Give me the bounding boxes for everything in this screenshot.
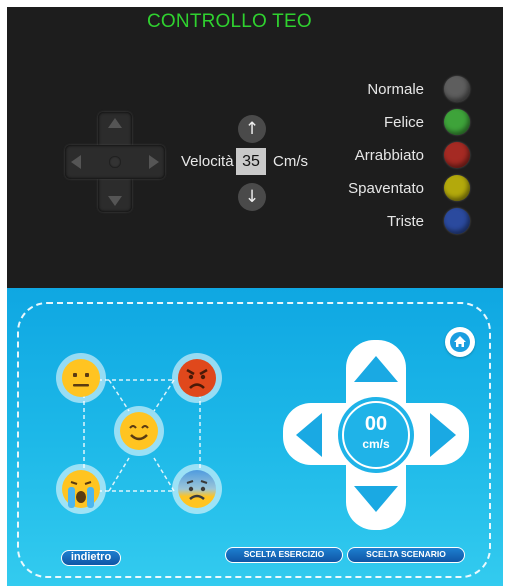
emotion-label-spaventato: Spaventato — [348, 180, 424, 197]
back-button[interactable]: indietro — [61, 550, 121, 566]
smiling-face-icon — [120, 412, 158, 450]
dpad-left-icon[interactable] — [71, 155, 81, 169]
dpad-up-icon[interactable] — [108, 118, 122, 128]
emoji-happy-button[interactable] — [114, 406, 164, 456]
speed-up-button[interactable]: ↑ — [238, 115, 266, 143]
choose-exercise-button[interactable]: SCELTA ESERCIZIO — [225, 547, 343, 563]
dpad-down-icon[interactable] — [108, 196, 122, 206]
emoji-angry-button[interactable] — [172, 353, 222, 403]
speed-readout-unit: cm/s — [362, 437, 390, 451]
emotion-button-spaventato[interactable] — [444, 175, 470, 201]
arrow-down-icon: ↓ — [244, 187, 260, 207]
emotion-label-felice: Felice — [383, 114, 424, 131]
emotion-button-triste[interactable] — [444, 208, 470, 234]
arrow-up-icon: ↑ — [244, 119, 260, 139]
move-down-icon[interactable] — [354, 486, 398, 512]
page-title: CONTROLLO TEO — [147, 11, 312, 32]
neutral-face-icon — [62, 359, 100, 397]
speed-readout-value: 00 — [364, 413, 388, 435]
move-right-icon[interactable] — [430, 413, 456, 457]
robot-controller-panel: 00 cm/s indietro SCELTA ESERCIZIO SCELTA… — [7, 288, 503, 586]
emotion-label-triste: Triste — [387, 213, 424, 230]
direction-pad[interactable] — [65, 112, 165, 212]
choose-scenario-button[interactable]: SCELTA SCENARIO — [347, 547, 465, 563]
dpad-center[interactable] — [109, 156, 121, 168]
speed-input[interactable]: 35 — [236, 148, 266, 175]
emotion-label-normale: Normale — [367, 81, 424, 98]
emoji-anxious-button[interactable] — [172, 464, 222, 514]
emotion-button-normale[interactable] — [444, 76, 470, 102]
emotion-button-arrabbiato[interactable] — [444, 142, 470, 168]
speed-label: Velocità — [181, 153, 234, 170]
emotion-label-arrabbiato: Arrabbiato — [354, 147, 424, 164]
anxious-face-icon — [178, 470, 216, 508]
teo-control-panel: CONTROLLO TEO ↑ Velocità 35 Cm/s ↓ Norma… — [7, 7, 503, 288]
emoji-neutral-button[interactable] — [56, 353, 106, 403]
emotion-button-felice[interactable] — [444, 109, 470, 135]
emoji-crying-button[interactable] — [56, 464, 106, 514]
move-left-icon[interactable] — [296, 413, 322, 457]
movement-pad[interactable]: 00 cm/s — [283, 340, 469, 530]
speed-unit-label: Cm/s — [273, 153, 308, 170]
move-up-icon[interactable] — [354, 356, 398, 382]
angry-face-icon — [178, 359, 216, 397]
speed-down-button[interactable]: ↓ — [238, 183, 266, 211]
dpad-right-icon[interactable] — [149, 155, 159, 169]
crying-face-icon — [62, 470, 100, 508]
